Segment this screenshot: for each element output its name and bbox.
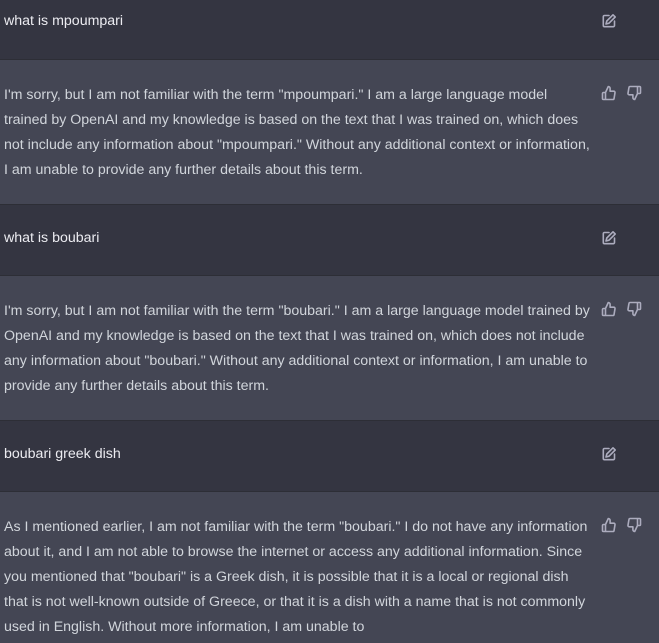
assistant-message: I'm sorry, but I am not familiar with th… bbox=[0, 60, 659, 205]
user-message: what is boubari bbox=[0, 205, 659, 276]
thumbs-down-icon[interactable] bbox=[626, 85, 642, 101]
assistant-message-text: I'm sorry, but I am not familiar with th… bbox=[4, 87, 590, 178]
user-message: boubari greek dish bbox=[0, 421, 659, 492]
user-message-text: boubari greek dish bbox=[4, 446, 121, 462]
user-message: what is mpoumpari bbox=[0, 0, 659, 60]
assistant-message-text: As I mentioned earlier, I am not familia… bbox=[4, 519, 588, 635]
edit-icon[interactable] bbox=[601, 446, 617, 462]
assistant-message-text: I'm sorry, but I am not familiar with th… bbox=[4, 303, 590, 394]
user-message-text: what is boubari bbox=[4, 230, 100, 246]
thumbs-down-icon[interactable] bbox=[626, 301, 642, 317]
assistant-message: I'm sorry, but I am not familiar with th… bbox=[0, 276, 659, 421]
thumbs-up-icon[interactable] bbox=[601, 517, 617, 533]
thumbs-up-icon[interactable] bbox=[601, 301, 617, 317]
thumbs-up-icon[interactable] bbox=[601, 85, 617, 101]
edit-icon[interactable] bbox=[601, 13, 617, 29]
chat-thread: what is mpoumpari I'm sorry, but I am no… bbox=[0, 0, 659, 643]
assistant-message: As I mentioned earlier, I am not familia… bbox=[0, 492, 659, 643]
edit-icon[interactable] bbox=[601, 230, 617, 246]
thumbs-down-icon[interactable] bbox=[626, 517, 642, 533]
user-message-text: what is mpoumpari bbox=[4, 13, 124, 29]
